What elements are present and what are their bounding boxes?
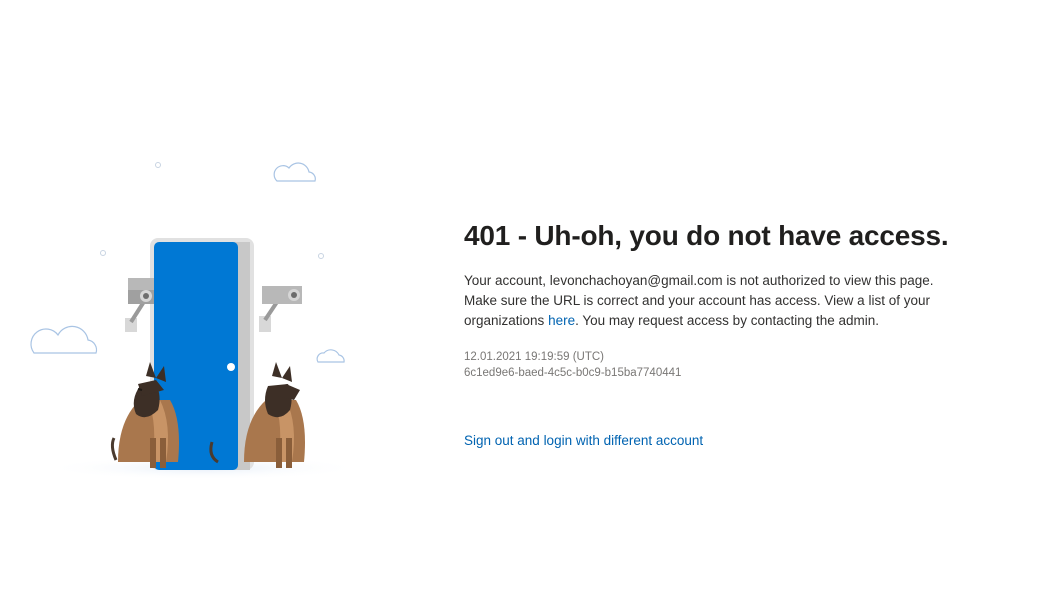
access-denied-illustration — [28, 150, 368, 480]
cloud-icon — [273, 162, 316, 182]
error-message-text-end: . You may request access by contacting t… — [575, 313, 880, 328]
error-content: 401 - Uh-oh, you do not have access. You… — [464, 218, 984, 450]
sparkle-icon — [100, 250, 106, 256]
cloud-icon — [30, 325, 98, 354]
security-camera-icon — [259, 286, 302, 332]
cloud-icon — [316, 349, 345, 363]
organizations-link[interactable]: here — [548, 313, 575, 328]
activity-id: 6c1ed9e6-baed-4c5c-b0c9-b15ba7740441 — [464, 367, 682, 379]
sparkle-icon — [318, 253, 324, 259]
timestamp: 12.01.2021 19:19:59 (UTC) — [464, 351, 605, 363]
error-details: 12.01.2021 19:19:59 (UTC) 6c1ed9e6-baed-… — [464, 349, 984, 381]
error-message: Your account, levonchachoyan@gmail.com i… — [464, 271, 959, 331]
error-page: 401 - Uh-oh, you do not have access. You… — [0, 0, 1057, 598]
security-camera-icon — [125, 278, 154, 332]
sparkle-icon — [155, 162, 161, 168]
page-title: 401 - Uh-oh, you do not have access. — [464, 220, 949, 251]
sign-out-link[interactable]: Sign out and login with different accoun… — [464, 433, 703, 448]
